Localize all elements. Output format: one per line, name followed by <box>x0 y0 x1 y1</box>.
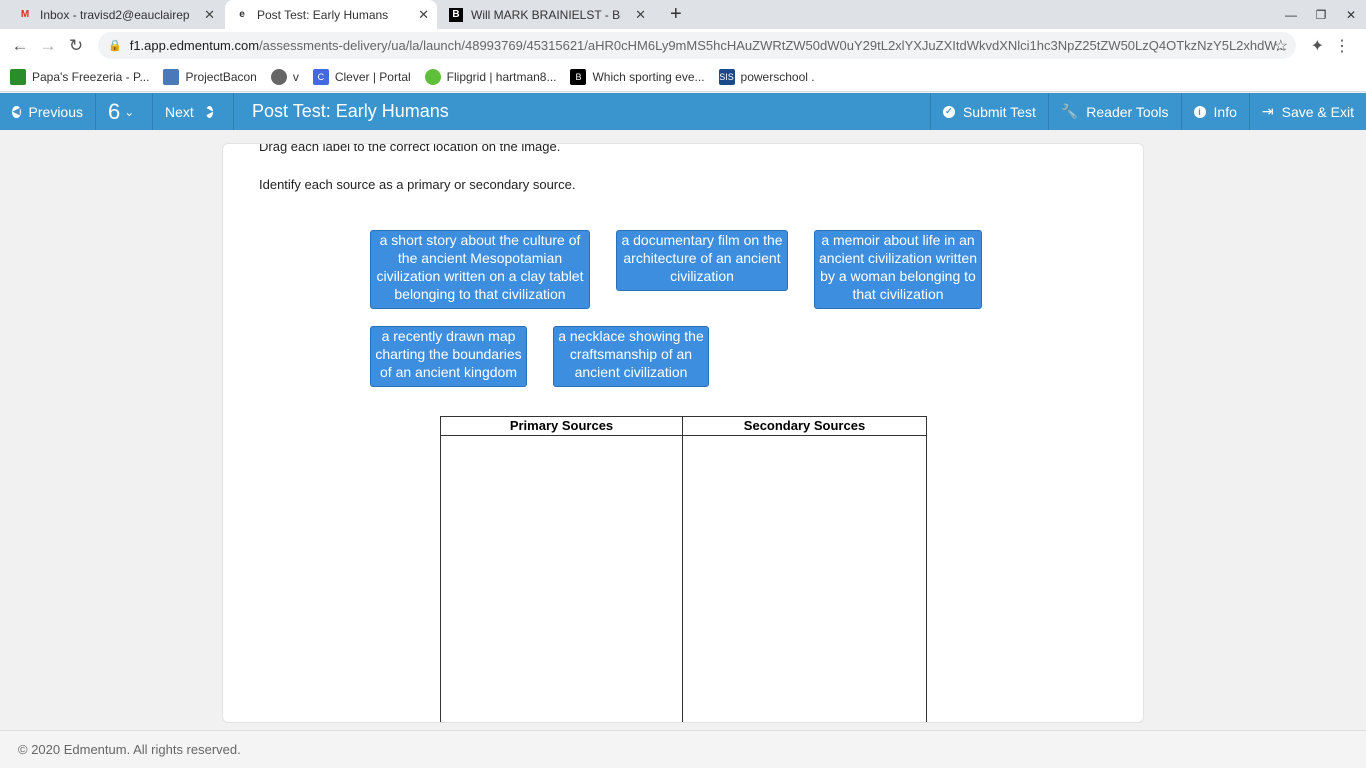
star-icon[interactable]: ☆ <box>1274 36 1288 56</box>
back-icon[interactable]: ← <box>6 36 34 56</box>
edmentum-icon: e <box>239 9 245 20</box>
brainly-icon: B <box>449 7 463 22</box>
close-window-icon[interactable]: ✕ <box>1336 0 1366 29</box>
new-tab-button[interactable]: + <box>660 0 692 29</box>
powerschool-icon: SIS <box>718 68 735 85</box>
bookmark[interactable]: Flipgrid | hartman8... <box>424 68 556 85</box>
draggable-label[interactable]: a necklace showing the craftsmanship of … <box>553 326 709 387</box>
info-icon: i <box>1193 105 1206 118</box>
draggable-label[interactable]: a memoir about life in an ancient civili… <box>814 230 982 309</box>
submit-test-button[interactable]: ✓ Submit Test <box>929 93 1048 130</box>
previous-button[interactable]: ◀ Previous <box>0 93 96 130</box>
bookmark[interactable]: v <box>270 68 299 85</box>
bookmark[interactable]: Papa's Freezeria - P... <box>10 68 149 85</box>
save-exit-button[interactable]: ⇥ Save & Exit <box>1248 93 1366 130</box>
draggable-label[interactable]: a recently drawn map charting the bounda… <box>370 326 527 387</box>
brainly-icon: B <box>570 68 587 85</box>
bookmark[interactable]: ProjectBacon <box>163 68 257 85</box>
forward-icon[interactable]: → <box>34 36 62 56</box>
extensions-icon[interactable]: ✦ <box>1311 36 1324 56</box>
check-circle-icon: ✓ <box>942 105 955 118</box>
url-input[interactable]: 🔒 f1.app.edmentum.com/assessments-deliver… <box>98 32 1296 59</box>
reader-tools-button[interactable]: 🔧 Reader Tools <box>1047 93 1181 130</box>
close-tab-icon[interactable]: ✕ <box>418 7 429 23</box>
tab-brainly[interactable]: BWill MARK BRAINIELST - Brainly.com✕ <box>439 0 654 29</box>
draggable-label[interactable]: a documentary film on the architecture o… <box>616 230 788 291</box>
footer-copyright: © 2020 Edmentum. All rights reserved. <box>0 730 1366 768</box>
drop-zone-primary[interactable] <box>441 436 682 722</box>
gmail-icon: M <box>20 9 30 20</box>
menu-icon[interactable]: ⋮ <box>1334 36 1350 56</box>
wrench-icon: 🔧 <box>1060 103 1079 119</box>
clever-icon: C <box>312 68 329 85</box>
close-tab-icon[interactable]: ✕ <box>635 7 646 23</box>
bookmark[interactable]: C Clever | Portal <box>312 68 411 85</box>
question-selector[interactable]: 6 ⌄ <box>96 93 153 130</box>
bookmark[interactable]: SIS powerschool . <box>718 68 815 85</box>
instruction-text: Identify each source as a primary or sec… <box>259 177 576 192</box>
arrow-left-icon: ◀ <box>12 105 21 118</box>
minimize-icon[interactable]: — <box>1276 0 1306 29</box>
draggable-label[interactable]: a short story about the culture of the a… <box>370 230 590 309</box>
lock-icon: 🔒 <box>108 40 122 52</box>
drop-zone-secondary[interactable] <box>683 436 926 722</box>
tab-gmail[interactable]: MInbox - travisd2@eauclaireps.com✕ <box>8 0 223 29</box>
tab-post-test[interactable]: e Post Test: Early Humans ✕ <box>225 0 437 29</box>
question-card: Drag each label to the correct location … <box>222 143 1144 723</box>
info-button[interactable]: i Info <box>1180 93 1249 130</box>
flipgrid-icon <box>424 68 441 85</box>
next-button[interactable]: Next ▶ <box>153 93 234 130</box>
globe-icon <box>270 68 287 85</box>
page-title: Post Test: Early Humans <box>252 101 449 121</box>
arrow-right-icon: ▶ <box>205 105 213 118</box>
test-toolbar: ◀ Previous 6 ⌄ Next ▶ Post Test: Early Huma… <box>0 93 1366 130</box>
bookmark-icon <box>10 68 26 85</box>
bookmarks-bar: Papa's Freezeria - P... ProjectBacon v C… <box>0 62 1366 92</box>
reload-icon[interactable]: ↻ <box>62 36 90 56</box>
bookmark-icon <box>163 68 180 85</box>
column-header-primary: Primary Sources <box>441 417 682 436</box>
address-bar: ← → ↻ 🔒 f1.app.edmentum.com/assessments-d… <box>0 29 1366 62</box>
sorting-table: Primary Sources Secondary Sources <box>440 416 927 722</box>
column-header-secondary: Secondary Sources <box>683 417 926 436</box>
restore-icon[interactable]: ❐ <box>1306 0 1336 29</box>
chevron-down-icon: ⌄ <box>124 104 135 119</box>
browser-tab-bar: MInbox - travisd2@eauclaireps.com✕ ePost… <box>0 0 1366 29</box>
close-tab-icon[interactable]: ✕ <box>204 7 215 23</box>
instruction-text: Drag each label to the correct location … <box>259 143 561 154</box>
bookmark[interactable]: B Which sporting eve... <box>570 68 705 85</box>
sign-out-icon: ⇥ <box>1261 103 1274 119</box>
